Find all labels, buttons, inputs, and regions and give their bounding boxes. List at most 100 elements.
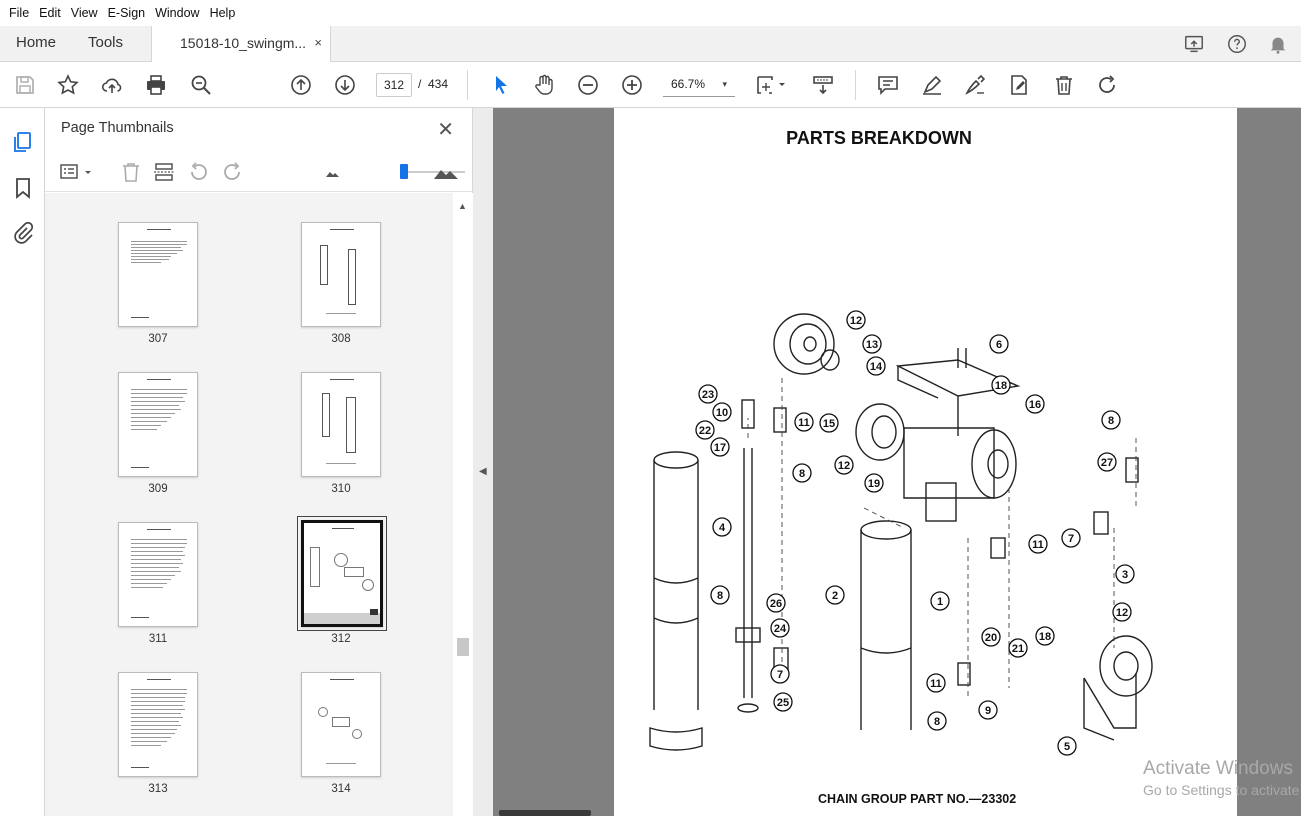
large-thumbnails-icon[interactable] [432,160,460,184]
menu-esign[interactable]: E-Sign [103,0,151,26]
page-number-input[interactable]: 312 [376,73,412,97]
callout: 13 [862,334,882,354]
redo-icon[interactable] [1096,73,1120,97]
bookmark-star-icon[interactable] [56,73,80,97]
hand-tool-icon[interactable] [532,73,556,97]
svg-text:10: 10 [716,407,728,419]
panel-title: Page Thumbnails [61,120,174,136]
thumbnail-page-307[interactable] [118,222,198,327]
tab-document[interactable]: 15018-10_swingm... × [151,26,331,63]
attachments-paperclip-icon[interactable] [11,221,35,245]
zoom-level-value: 66.7% [671,77,706,91]
callout: 14 [866,356,886,376]
menu-file[interactable]: File [4,0,34,26]
callout: 18 [1035,626,1055,646]
comment-icon[interactable] [876,73,900,97]
zoom-level-select[interactable]: 66.7% ▾ [663,73,735,97]
menu-edit[interactable]: Edit [34,0,66,26]
help-icon[interactable] [1226,33,1248,55]
thumbnail-scrollbar[interactable]: ▲ [453,193,473,816]
thumbnail-page-311[interactable] [118,522,198,627]
rotate-right-icon[interactable] [221,160,245,184]
tab-tools[interactable]: Tools [88,26,123,62]
thumbnail-page-314[interactable] [301,672,381,777]
page-title: PARTS BREAKDOWN [786,128,972,148]
callout: 8 [710,585,730,605]
callout: 20 [981,627,1001,647]
next-page-icon[interactable] [333,73,357,97]
panel-close-icon[interactable]: ✕ [437,117,454,142]
delete-page-icon[interactable] [119,160,143,184]
svg-text:25: 25 [777,697,789,709]
activate-windows-watermark: Activate Windows [1143,758,1293,779]
page-fit-icon[interactable] [755,73,791,97]
svg-text:14: 14 [870,361,883,373]
svg-text:24: 24 [774,623,787,635]
zoom-in-icon[interactable] [620,73,644,97]
zoom-out-icon[interactable] [576,73,600,97]
bookmarks-icon[interactable] [11,176,35,200]
horizontal-scrollbar-thumb[interactable] [499,810,591,816]
edit-document-icon[interactable] [1007,73,1031,97]
slider-handle[interactable] [400,164,408,179]
svg-text:6: 6 [996,339,1002,351]
callout: 25 [773,692,793,712]
callout: 18 [991,375,1011,395]
select-cursor-icon[interactable] [489,73,513,97]
svg-text:15: 15 [823,418,835,430]
tab-document-label: 15018-10_swingm... [180,35,307,51]
callout: 7 [770,664,790,684]
callout: 12 [1112,602,1132,622]
insert-page-icon[interactable] [152,160,176,184]
collapse-arrow-icon: ◀ [479,466,487,477]
thumbnail-page-313[interactable] [118,672,198,777]
activate-windows-subtext: Go to Settings to activate Windows. [1143,782,1301,798]
panel-collapse-handle[interactable]: ◀ [473,108,493,816]
svg-text:17: 17 [714,442,726,454]
upload-cloud-icon[interactable] [100,73,124,97]
thumbnail-label: 311 [148,633,168,645]
callout: 4 [712,517,732,537]
scroll-mode-icon[interactable] [811,73,835,97]
callout: 1 [930,591,950,611]
highlight-pen-icon[interactable] [920,73,944,97]
notification-bell-icon[interactable] [1267,33,1289,55]
scrollbar-thumb[interactable] [457,638,469,656]
scroll-up-icon[interactable]: ▲ [458,201,467,211]
svg-text:8: 8 [799,468,805,480]
save-icon[interactable] [13,73,37,97]
svg-text:18: 18 [1039,631,1051,643]
rotate-left-icon[interactable] [186,160,210,184]
thumbnail-page-309[interactable] [118,372,198,477]
zoom-search-icon[interactable] [189,73,213,97]
tab-home[interactable]: Home [16,26,56,62]
share-screen-icon[interactable] [1183,33,1205,55]
callout: 8 [927,711,947,731]
previous-page-icon[interactable] [289,73,313,97]
callout: 12 [846,310,866,330]
delete-trash-icon[interactable] [1052,73,1076,97]
thumbnail-page-312[interactable] [297,516,387,631]
thumbnail-label: 308 [331,333,351,345]
callout: 8 [1101,410,1121,430]
menu-help[interactable]: Help [205,0,241,26]
thumbnail-options-icon[interactable] [59,160,95,184]
chevron-down-icon: ▾ [722,79,727,89]
menu-window[interactable]: Window [150,0,204,26]
callout: 3 [1115,564,1135,584]
small-thumbnails-icon[interactable] [321,160,345,184]
callout: 11 [1028,534,1048,554]
thumbnail-page-308[interactable] [301,222,381,327]
svg-text:11: 11 [1032,539,1044,551]
svg-text:20: 20 [985,632,997,644]
menu-view[interactable]: View [66,0,103,26]
main-toolbar: 312 / 434 66.7% ▾ [0,62,1301,108]
thumbnail-label: 310 [331,483,351,495]
thumbnail-page-310[interactable] [301,372,381,477]
svg-text:7: 7 [777,669,783,681]
sign-pen-icon[interactable] [963,73,987,97]
print-icon[interactable] [144,73,168,97]
svg-text:11: 11 [930,678,942,690]
page-thumbnails-icon[interactable] [11,130,35,154]
tab-close-icon[interactable]: × [314,26,322,60]
